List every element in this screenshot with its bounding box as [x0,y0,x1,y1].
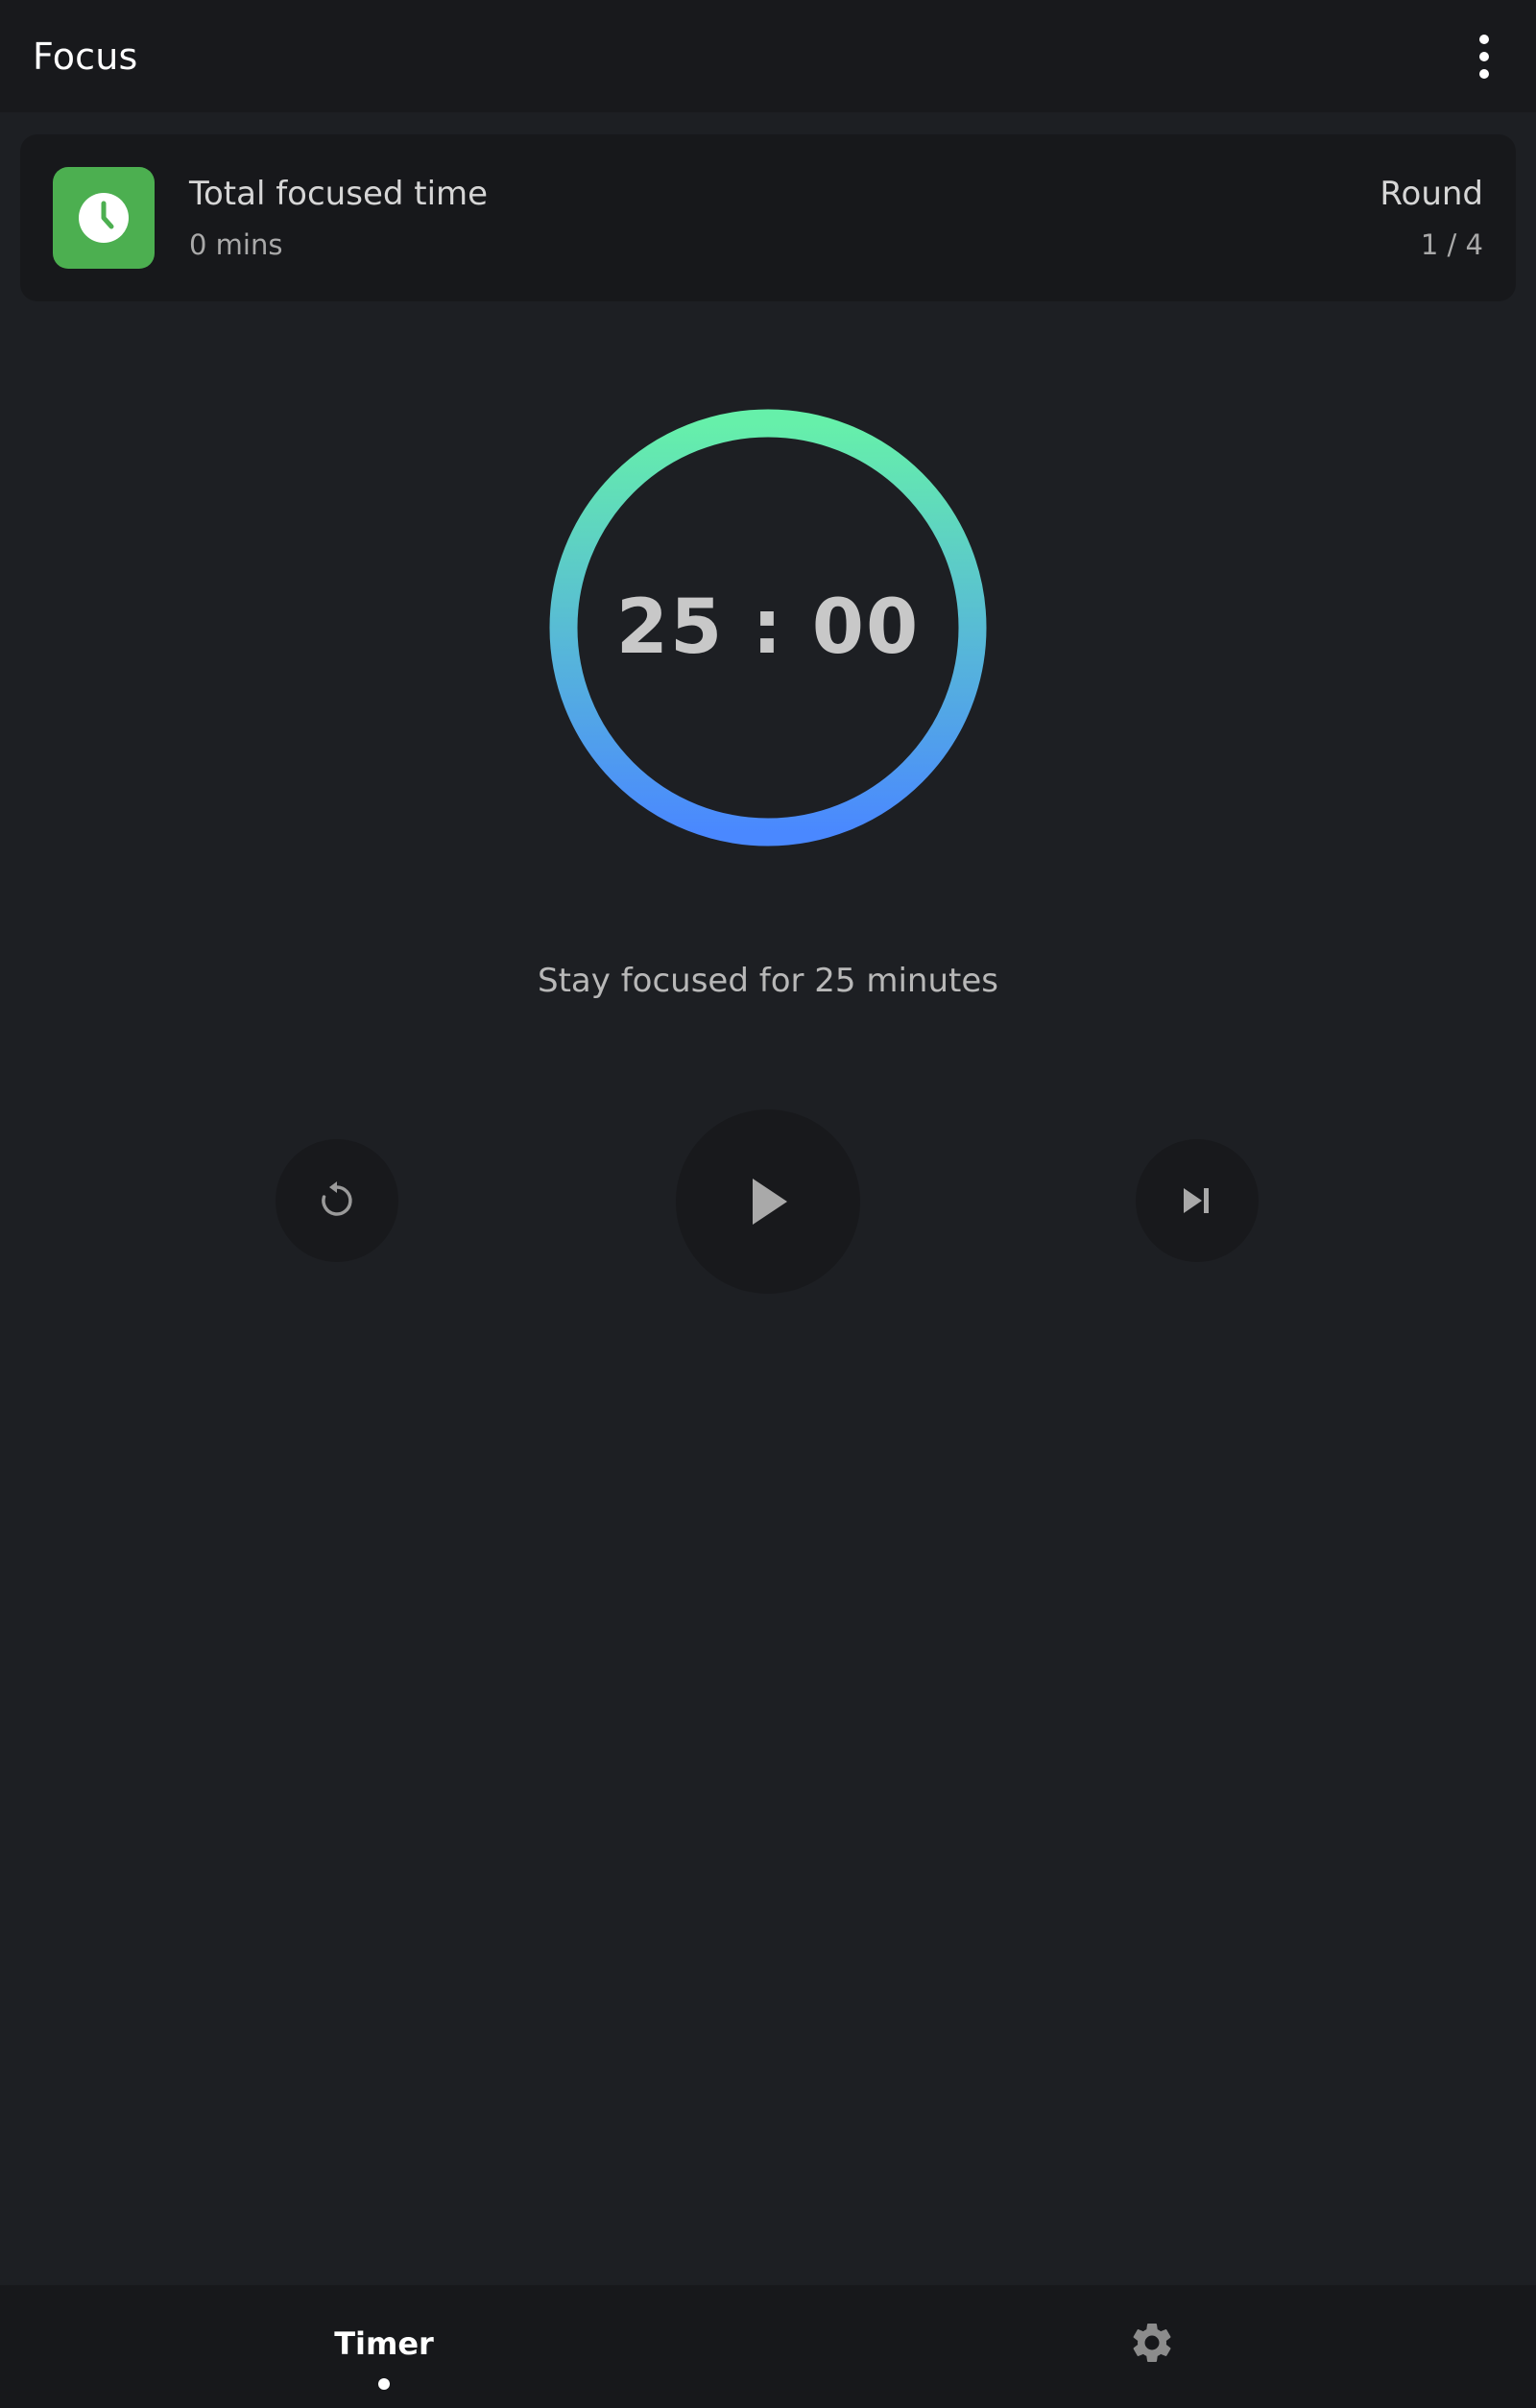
total-focused-time-label: Total focused time [189,175,489,213]
skip-button[interactable] [1136,1139,1259,1262]
timer-ring: 25 : 00 [547,407,989,848]
more-options-button[interactable] [1465,28,1503,85]
gear-icon [1133,2324,1171,2362]
app-title: Focus [33,35,138,78]
clock-icon [53,167,155,269]
play-button[interactable] [676,1109,860,1294]
focused-time-block: Total focused time 0 mins [189,175,1380,261]
session-description: Stay focused for 25 minutes [538,962,998,1000]
round-block: Round 1 / 4 [1380,175,1483,261]
stats-card: Total focused time 0 mins Round 1 / 4 [20,134,1516,301]
timer-display: 25 : 00 [615,584,921,671]
skip-next-icon [1184,1188,1209,1213]
play-icon [753,1179,787,1225]
reset-button[interactable] [276,1139,398,1262]
reset-icon [322,1181,352,1216]
top-app-bar: Focus [0,0,1536,112]
round-value: 1 / 4 [1420,228,1483,261]
nav-timer-label: Timer [334,2325,434,2362]
round-label: Round [1380,175,1483,213]
nav-settings[interactable] [768,2285,1536,2408]
total-focused-time-value: 0 mins [189,228,283,261]
more-vert-icon [1479,34,1489,44]
bottom-navigation: Timer [0,2285,1536,2408]
focus-app: Focus Total focused time 0 mins Round 1 … [0,0,1536,2408]
nav-timer[interactable]: Timer [0,2285,768,2408]
active-indicator-dot [378,2378,390,2390]
